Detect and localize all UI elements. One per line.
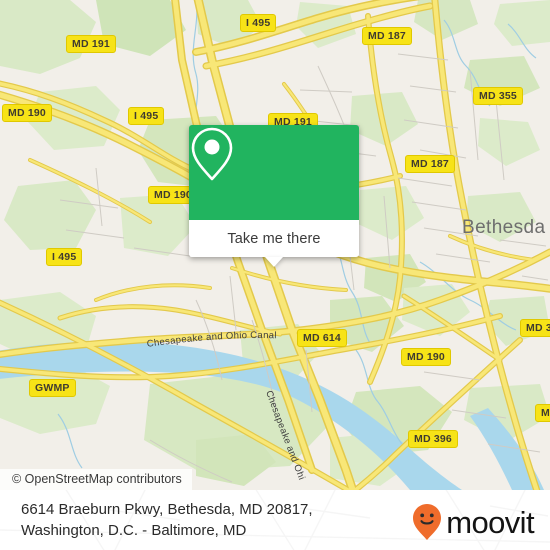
osm-attribution[interactable]: © OpenStreetMap contributors [0,469,192,490]
map-pin-icon [191,127,233,181]
shield-md355-right[interactable]: MD 355 [520,319,550,337]
card-icon-area [189,125,359,220]
shield-md396[interactable]: MD 396 [408,430,458,448]
moovit-pin-icon [413,504,442,540]
shield-md187-topright[interactable]: MD 187 [362,27,412,45]
shield-md190-bottom[interactable]: MD 190 [401,348,451,366]
moovit-logo[interactable]: moovit [412,503,535,541]
footer-bar: 6614 Braeburn Pkwy, Bethesda, MD 20817, … [0,490,550,550]
shield-md614[interactable]: MD 614 [297,329,347,347]
map-screenshot: Chesapeake and Ohio Canal Chesapeake and… [0,0,550,550]
shield-i495-top[interactable]: I 495 [240,14,277,32]
shield-md191-topleft[interactable]: MD 191 [66,35,116,53]
shield-md355-topright[interactable]: MD 355 [473,87,523,105]
moovit-wordmark: moovit [446,504,534,540]
map-canvas[interactable]: Chesapeake and Ohio Canal Chesapeake and… [0,0,550,490]
shield-gwmp[interactable]: GWMP [29,379,76,397]
shield-md187-right[interactable]: MD 187 [405,155,455,173]
shield-md39-right[interactable]: MD 39 [535,404,550,422]
address-line-1: 6614 Braeburn Pkwy, Bethesda, MD 20817, [21,501,313,518]
location-callout-card[interactable]: Take me there [189,125,359,267]
shield-i495-left[interactable]: I 495 [128,107,165,125]
address-line-2: Washington, D.C. - Baltimore, MD [21,522,247,539]
shield-md190-left[interactable]: MD 190 [2,104,52,122]
shield-i495-bottomleft[interactable]: I 495 [46,248,83,266]
place-label-bethesda: Bethesda [462,217,546,238]
address-text: 6614 Braeburn Pkwy, Bethesda, MD 20817, … [21,499,391,541]
take-me-there-label: Take me there [227,230,321,247]
take-me-there-button[interactable]: Take me there [189,220,359,267]
callout-tail [265,257,283,267]
